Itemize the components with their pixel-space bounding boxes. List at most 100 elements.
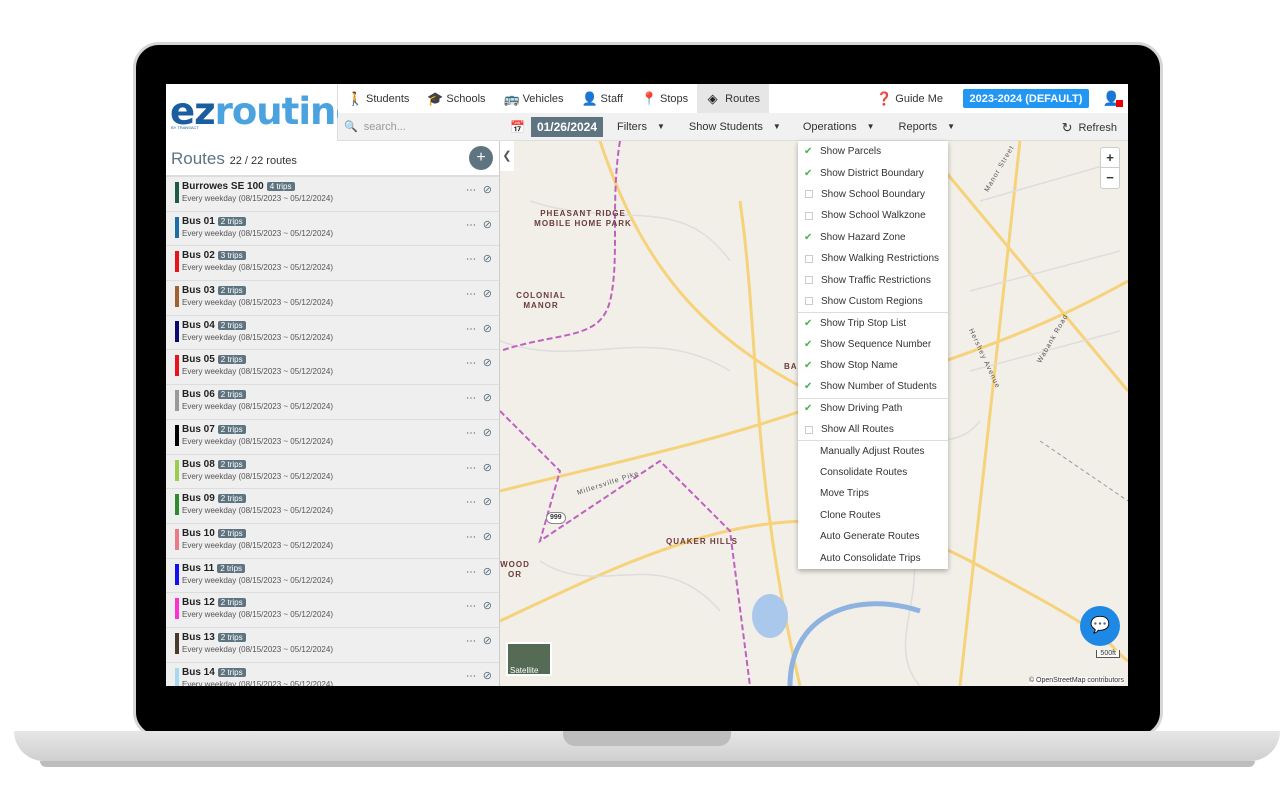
more-options-icon[interactable]: ⋯ [466,289,476,300]
route-row[interactable]: Bus 05 2 trips Every weekday (08/15/2023 … [166,350,499,386]
menu-item[interactable]: Consolidate Routes [798,462,948,483]
menu-item-label: Show Traffic Restrictions [821,274,931,286]
more-options-icon[interactable]: ⋯ [466,636,476,647]
calendar-icon[interactable]: 📅 [510,120,525,134]
menu-item[interactable]: Clone Routes [798,505,948,526]
visibility-off-icon[interactable]: ⊘ [483,530,492,543]
menu-item[interactable]: Show Walking Restrictions [798,248,948,269]
route-row[interactable]: Burrowes SE 100 4 trips Every weekday (08… [166,177,499,212]
route-row[interactable]: Bus 10 2 trips Every weekday (08/15/2023 … [166,524,499,559]
map-pin-icon: 📍 [640,90,658,106]
visibility-off-icon[interactable]: ⊘ [483,391,492,404]
menu-item[interactable]: ✔ Show Trip Stop List [798,312,948,333]
add-route-button[interactable]: + [469,146,493,170]
menu-item[interactable]: Show Custom Regions [798,291,948,312]
nav-students[interactable]: 🚶 Students [338,84,418,113]
ezrouting-logo[interactable]: ezrouting BY TRANSACT [166,84,362,141]
route-schedule: Every weekday (08/15/2023 ~ 05/12/2024) [182,228,333,238]
route-color [175,424,179,446]
more-options-icon[interactable]: ⋯ [466,601,476,612]
route-row[interactable]: Bus 06 2 trips Every weekday (08/15/2023 … [166,385,499,420]
nav-schools[interactable]: 🎓 Schools [418,84,494,113]
menu-item[interactable]: Auto Generate Routes [798,526,948,547]
more-options-icon[interactable]: ⋯ [466,220,476,231]
more-options-icon[interactable]: ⋯ [466,463,476,474]
nav-routes[interactable]: ◈ Routes [697,84,769,113]
school-year-button[interactable]: 2023-2024 (DEFAULT) [963,89,1089,108]
route-row[interactable]: Bus 07 2 trips Every weekday (08/15/2023 … [166,420,499,455]
guide-me-button[interactable]: ❓ Guide Me [867,84,952,113]
satellite-toggle[interactable]: Satellite [506,642,552,676]
more-options-icon[interactable]: ⋯ [466,497,476,508]
collapse-panel-button[interactable]: ❮ [500,141,514,171]
route-row[interactable]: Bus 02 3 trips Every weekday (08/15/2023 … [166,246,499,282]
visibility-off-icon[interactable]: ⊘ [483,252,492,265]
menu-item[interactable]: ✔ Show Stop Name [798,355,948,376]
more-options-icon[interactable]: ⋯ [466,324,476,335]
menu-item[interactable]: Auto Consolidate Trips [798,547,948,568]
refresh-button[interactable]: ↻ Refresh [1062,120,1117,136]
route-row[interactable]: Bus 01 2 trips Every weekday (08/15/2023 … [166,212,499,247]
menu-item[interactable]: ✔ Show Driving Path [798,397,948,419]
visibility-off-icon[interactable]: ⊘ [483,461,492,474]
visibility-off-icon[interactable]: ⊘ [483,287,492,300]
menu-item[interactable]: Show School Walkzone [798,205,948,226]
visibility-off-icon[interactable]: ⊘ [483,183,492,196]
visibility-off-icon[interactable]: ⊘ [483,322,492,335]
route-schedule: Every weekday (08/15/2023 ~ 05/12/2024) [182,506,333,516]
search-input[interactable]: 🔍 search... [338,120,510,134]
trips-badge: 2 trips [217,563,246,573]
more-options-icon[interactable]: ⋯ [466,671,476,682]
nav-stops[interactable]: 📍 Stops [632,84,697,113]
show-students-dropdown[interactable]: Show Students ▼ [689,121,781,133]
visibility-off-icon[interactable]: ⊘ [483,599,492,612]
zoom-in-button[interactable]: + [1101,148,1119,168]
more-options-icon[interactable]: ⋯ [466,185,476,196]
more-options-icon[interactable]: ⋯ [466,567,476,578]
nav-staff[interactable]: 👤 Staff [573,84,632,113]
chat-icon: 💬 [1090,617,1110,634]
chat-button[interactable]: 💬 [1080,606,1120,646]
route-row[interactable]: Bus 11 2 trips Every weekday (08/15/2023 … [166,559,499,594]
route-row[interactable]: Bus 08 2 trips Every weekday (08/15/2023 … [166,455,499,490]
route-row[interactable]: Bus 12 2 trips Every weekday (08/15/2023 … [166,593,499,628]
visibility-off-icon[interactable]: ⊘ [483,565,492,578]
route-row[interactable]: Bus 13 2 trips Every weekday (08/15/2023 … [166,628,499,663]
reports-dropdown[interactable]: Reports ▼ [899,121,955,133]
visibility-off-icon[interactable]: ⊘ [483,356,492,369]
user-icon[interactable]: 👤 [1103,90,1123,107]
menu-item[interactable]: Move Trips [798,483,948,504]
menu-item[interactable]: Manually Adjust Routes [798,440,948,461]
visibility-off-icon[interactable]: ⊘ [483,669,492,682]
operations-dropdown[interactable]: Operations ▼ [803,121,875,133]
route-row[interactable]: Bus 03 2 trips Every weekday (08/15/2023 … [166,281,499,316]
menu-item[interactable]: ✔ Show Sequence Number [798,334,948,355]
menu-item[interactable]: ✔ Show Number of Students [798,376,948,397]
menu-item[interactable]: ✔ Show Parcels [798,141,948,162]
menu-item[interactable]: ✔ Show District Boundary [798,162,948,183]
more-options-icon[interactable]: ⋯ [466,393,476,404]
route-color [175,632,179,654]
visibility-off-icon[interactable]: ⊘ [483,634,492,647]
more-options-icon[interactable]: ⋯ [466,428,476,439]
nav-vehicles[interactable]: 🚌 Vehicles [495,84,573,113]
menu-item[interactable]: Show Traffic Restrictions [798,269,948,290]
filters-dropdown[interactable]: Filters ▼ [617,121,665,133]
menu-item-label: Auto Consolidate Trips [820,552,921,564]
route-row[interactable]: Bus 14 2 trips Every weekday (08/15/2023 … [166,663,499,686]
visibility-off-icon[interactable]: ⊘ [483,426,492,439]
route-row[interactable]: Bus 04 2 trips Every weekday (08/15/2023 … [166,316,499,351]
menu-item[interactable]: ✔ Show Hazard Zone [798,227,948,248]
visibility-off-icon[interactable]: ⊘ [483,218,492,231]
map-attribution[interactable]: © OpenStreetMap contributors [1028,677,1124,684]
more-options-icon[interactable]: ⋯ [466,358,476,369]
more-options-icon[interactable]: ⋯ [466,254,476,265]
caret-down-icon: ▼ [772,122,781,131]
zoom-out-button[interactable]: − [1101,168,1119,188]
menu-item[interactable]: Show All Routes [798,419,948,440]
more-options-icon[interactable]: ⋯ [466,532,476,543]
menu-item[interactable]: Show School Boundary [798,184,948,205]
date-field[interactable]: 01/26/2024 [530,116,604,137]
route-row[interactable]: Bus 09 2 trips Every weekday (08/15/2023 … [166,489,499,524]
visibility-off-icon[interactable]: ⊘ [483,495,492,508]
